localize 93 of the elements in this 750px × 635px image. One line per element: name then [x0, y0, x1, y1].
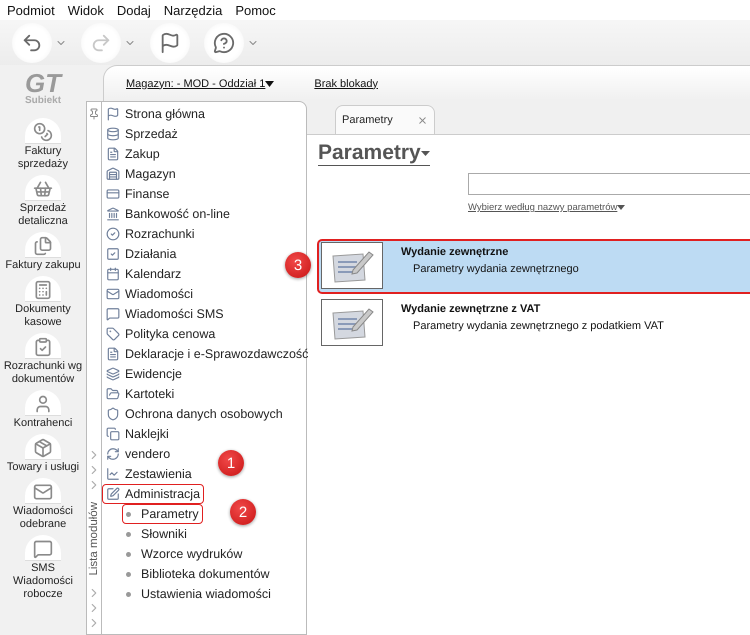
module-item[interactable]: Rozrachunki — [102, 224, 198, 244]
caret-icon — [265, 80, 274, 86]
submodule-item[interactable]: Słowniki — [122, 524, 191, 544]
step-badge: 1 — [218, 450, 244, 476]
logo-mark: GT — [24, 71, 62, 95]
page-title[interactable]: Parametry — [318, 141, 430, 166]
shortcut-button[interactable]: Kontrahenci — [0, 390, 86, 430]
module-item[interactable]: Strona główna — [102, 104, 209, 124]
package-icon — [33, 438, 53, 458]
bullet-icon — [126, 592, 131, 596]
message-icon — [106, 307, 120, 321]
shortcut-button[interactable]: Faktury sprzedaży — [0, 118, 86, 171]
module-item[interactable]: Naklejki — [102, 424, 173, 444]
lock-link[interactable]: Brak blokady — [314, 78, 378, 90]
envelope-icon — [33, 482, 53, 502]
shortcut-button[interactable]: Faktury zakupu — [0, 232, 86, 272]
menu-item[interactable]: Widok — [68, 2, 104, 18]
module-item[interactable]: Polityka cenowa — [102, 324, 220, 344]
flag-icon — [159, 32, 181, 54]
tag-icon — [106, 327, 120, 341]
filter-link[interactable]: Wybierz według nazwy parametrów — [468, 202, 626, 213]
shortcut-button[interactable]: SMS Wiadomości robocze — [0, 535, 86, 601]
chart-icon — [106, 467, 120, 481]
toolbar-button[interactable] — [150, 22, 190, 62]
basket-icon — [33, 179, 53, 199]
toolbar-button[interactable] — [12, 22, 67, 62]
copy-icon — [106, 427, 120, 441]
shortcut-button[interactable]: Towary i usługi — [0, 434, 86, 474]
caret-icon — [617, 205, 626, 210]
module-item[interactable]: Ochrona danych osobowych — [102, 404, 287, 424]
message-icon — [33, 539, 53, 559]
module-item[interactable]: Działania — [102, 244, 180, 264]
caret-icon — [420, 150, 430, 156]
folder-icon — [106, 387, 120, 401]
shortcut-button[interactable]: Rozrachunki wg dokumentów — [0, 333, 86, 386]
check-icon — [106, 227, 120, 241]
tab[interactable]: Parametry — [335, 105, 435, 134]
bullet-icon — [126, 512, 131, 516]
module-item[interactable]: Kalendarz — [102, 264, 186, 284]
submodule-item[interactable]: Parametry — [122, 504, 203, 524]
parameter-item[interactable]: Wydanie zewnętrzne Parametry wydania zewnętrznego — [317, 239, 750, 294]
menu-item[interactable]: Podmiot — [7, 2, 55, 18]
refresh-icon — [106, 447, 120, 461]
shield-icon — [106, 407, 120, 421]
warehouse-link[interactable]: Magazyn: - MOD - Oddział 1 — [126, 78, 274, 90]
module-item[interactable]: Finanse — [102, 184, 174, 204]
warehouse-icon — [106, 167, 120, 181]
submodule-item[interactable]: Biblioteka dokumentów — [122, 564, 274, 584]
shortcut-button[interactable]: Dokumenty kasowe — [0, 276, 86, 329]
shortcut-button[interactable]: Wiadomości odebrane — [0, 478, 86, 531]
menu-item[interactable]: Dodaj — [116, 2, 151, 18]
bullet-icon — [126, 572, 131, 576]
module-item[interactable]: Zestawienia — [102, 464, 196, 484]
document-icon — [106, 147, 120, 161]
bank-icon — [106, 207, 120, 221]
envelope-icon — [106, 287, 120, 301]
check-icon — [106, 247, 120, 261]
module-item[interactable]: Administracja — [102, 484, 204, 504]
help-icon — [213, 32, 235, 54]
card-icon — [106, 187, 120, 201]
module-item[interactable]: Sprzedaż — [102, 124, 182, 144]
back-arrow-icon — [21, 32, 43, 54]
calendar-icon — [106, 267, 120, 281]
menu-item[interactable]: Narzędzia — [164, 2, 222, 18]
bullet-icon — [126, 532, 131, 536]
logo-text: Subiekt — [24, 95, 62, 106]
files-icon — [33, 236, 53, 256]
module-item[interactable]: Wiadomości SMS — [102, 304, 228, 324]
step-badge: 2 — [230, 499, 256, 525]
module-item[interactable]: Zakup — [102, 144, 164, 164]
menu-item[interactable]: Pomoc — [235, 2, 276, 18]
document-icon — [106, 347, 120, 361]
submodule-item[interactable]: Ustawienia wiadomości — [122, 584, 275, 604]
module-item[interactable]: vendero — [102, 444, 174, 464]
submodule-item[interactable]: Wzorce wydruków — [122, 544, 246, 564]
flag-icon — [106, 107, 120, 121]
pin-icon[interactable] — [88, 108, 100, 120]
search-field[interactable] — [468, 173, 750, 195]
forward-arrow-icon — [90, 32, 112, 54]
layers-icon — [106, 367, 120, 381]
module-item[interactable]: Bankowość on-line — [102, 204, 234, 224]
module-item[interactable]: Wiadomości — [102, 284, 198, 304]
toolbar-button[interactable] — [204, 22, 259, 62]
checklist-icon — [33, 337, 53, 357]
module-item[interactable]: Deklaracje i e-Sprawozdawczość — [102, 344, 312, 364]
module-item[interactable]: Kartoteki — [102, 384, 178, 404]
shortcut-button[interactable]: Sprzedaż detaliczna — [0, 175, 86, 228]
close-icon[interactable] — [417, 114, 428, 126]
module-item[interactable]: Magazyn — [102, 164, 180, 184]
module-item[interactable]: Ewidencje — [102, 364, 186, 384]
bullet-icon — [126, 552, 131, 556]
edit-icon — [106, 487, 120, 501]
panel-title: Lista modułów — [88, 502, 100, 576]
